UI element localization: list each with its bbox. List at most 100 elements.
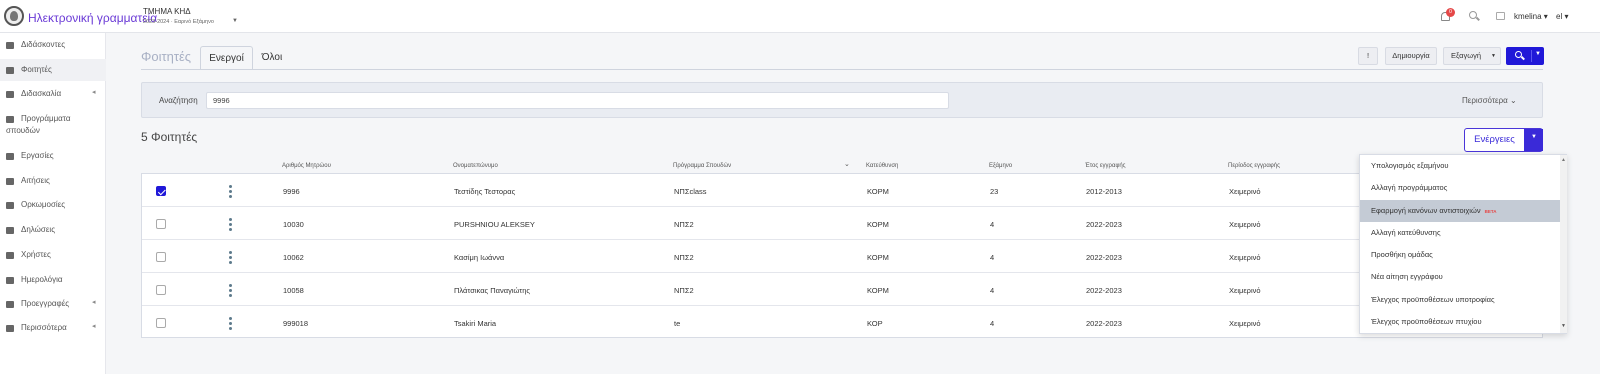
scroll-up-icon[interactable]: ▲ [1561,157,1566,163]
menu-item-label: Εφαρμογή κανόνων αντιστοιχιών [1371,206,1481,215]
dropdown-scrollbar[interactable]: ▲ ▼ [1560,155,1567,333]
row-checkbox[interactable] [156,186,166,196]
sidebar-item-instructors[interactable]: Διδάσκοντες [0,39,106,51]
university-logo-icon[interactable] [4,6,24,26]
row-checkbox[interactable] [156,318,166,328]
sidebar-item-label: Διδασκαλία [21,89,62,98]
sidebar-item-graduations[interactable]: Ορκωμοσίες [0,199,106,211]
language-code: el [1556,12,1563,21]
info-button[interactable]: ! [1358,47,1378,65]
cell-name[interactable]: Tsakiri Maria [454,319,496,328]
table-row[interactable]: 9996 Τεστίδης Τεστορας ΝΠΣclass ΚΟΡΜ 23 … [142,174,1542,207]
cell-semester: 4 [990,286,995,295]
sidebar-item-label: Ημερολόγια [21,275,63,284]
tab-active[interactable]: Ενεργοί [200,46,253,70]
file-icon [6,301,14,308]
cell-direction: ΚΟΡΜ [867,286,889,295]
chevron-down-icon[interactable]: ▼ [1535,51,1541,57]
apps-icon[interactable] [1496,12,1505,20]
kebab-menu-icon[interactable] [229,218,232,231]
sidebar-item-assignments[interactable]: Εργασίες [0,150,106,162]
cell-name[interactable]: Πλάτσικας Παναγιώτης [454,286,530,295]
sidebar-item-more[interactable]: Περισσότερα ◂ [0,322,106,334]
table-row[interactable]: 10062 Κασίμη Ιωάννα ΝΠΣ2 ΚΟΡΜ 4 2022-202… [142,240,1542,273]
column-header[interactable]: Έτος εγγραφής [1085,163,1126,169]
column-header[interactable]: Αριθμός Μητρώου [282,163,331,169]
cell-direction: ΚΟΡΜ [867,220,889,229]
sidebar-item-label: Προγράμματα σπουδών [6,114,71,135]
sidebar-item-registrations[interactable]: Δηλώσεις [0,224,106,236]
cell-period: Χειμερινό [1229,319,1261,328]
graduation-cap-icon [6,67,14,74]
cell-semester: 23 [990,187,999,196]
chevron-left-icon: ◂ [92,89,96,96]
menu-item-check-scholarship[interactable]: Έλεγχος προϋποθέσεων υποτροφίας [1360,289,1560,311]
kebab-menu-icon[interactable] [229,185,232,198]
menu-item-calculate-semester[interactable]: Υπολογισμός εξαμήνου [1360,155,1560,177]
menu-item-add-group[interactable]: Προσθήκη ομάδας [1360,244,1560,266]
menu-item-change-direction[interactable]: Αλλαγή κατεύθυνσης [1360,222,1560,244]
students-table: 9996 Τεστίδης Τεστορας ΝΠΣclass ΚΟΡΜ 23 … [141,173,1543,338]
table-row[interactable]: 10058 Πλάτσικας Παναγιώτης ΝΠΣ2 ΚΟΡΜ 4 2… [142,273,1542,306]
sidebar-item-teaching[interactable]: Διδασκαλία ◂ [0,88,106,100]
academic-period[interactable]: 2023-2024 · Εαρινό Εξάμηνο [143,19,214,25]
actions-dropdown-toggle[interactable] [1524,129,1543,151]
kebab-menu-icon[interactable] [229,284,232,297]
column-header[interactable]: Περίοδος εγγραφής [1228,163,1280,169]
cell-name[interactable]: Κασίμη Ιωάννα [454,253,504,262]
column-header[interactable]: Κατεύθυνση [866,163,898,169]
chevron-down-icon[interactable]: ▼ [232,18,238,24]
sidebar-item-label: Προεγγραφές [21,299,70,308]
more-filters-label: Περισσότερα [1462,96,1508,105]
column-header[interactable]: Ονοματεπώνυμο [453,163,498,169]
row-checkbox[interactable] [156,252,166,262]
search-input[interactable]: 9996 [206,92,949,109]
app-title[interactable]: Ηλεκτρονική γραμματεία [28,11,157,25]
search-button[interactable]: ▼ [1506,47,1544,65]
tab-all[interactable]: Όλοι [257,46,287,70]
menu-item-change-program[interactable]: Αλλαγή προγράμματος [1360,177,1560,199]
tab-divider [141,69,1543,70]
department-name: ΤΜΗΜΑ ΚΗΔ [143,7,191,16]
sidebar-item-programs[interactable]: Προγράμματα σπουδών [0,113,106,137]
cell-id: 10058 [283,286,304,295]
sidebar-item-requests[interactable]: Αιτήσεις [0,175,106,187]
language-selector[interactable]: el ▾ [1556,12,1568,21]
user-menu[interactable]: kmelina ▾ [1514,12,1548,21]
table-row[interactable]: 10030 PURSHNIOU ALEKSEY ΝΠΣ2 ΚΟΡΜ 4 2022… [142,207,1542,240]
sidebar-item-label: Φοιτητές [21,65,52,74]
create-button[interactable]: Δημιουργία [1385,47,1437,65]
cell-name[interactable]: Τεστίδης Τεστορας [454,187,515,196]
sort-chevron-icon[interactable]: ⌄ [844,160,850,168]
cell-name[interactable]: PURSHNIOU ALEKSEY [454,220,535,229]
column-header[interactable]: Εξάμηνο [989,163,1012,169]
sidebar-item-calendars[interactable]: Ημερολόγια [0,274,106,286]
username: kmelina [1514,12,1542,21]
menu-item-apply-rules[interactable]: Εφαρμογή κανόνων αντιστοιχιών BETA [1360,200,1560,222]
export-button[interactable]: Εξαγωγή ▼ [1443,47,1501,65]
table-row[interactable]: 999018 Tsakiri Maria te ΚΟΡ 4 2022-2023 … [142,306,1542,339]
sidebar-item-label: Εργασίες [21,151,54,160]
copy-icon [6,227,14,234]
row-checkbox[interactable] [156,219,166,229]
kebab-menu-icon[interactable] [229,251,232,264]
scroll-down-icon[interactable]: ▼ [1561,323,1566,329]
cell-period: Χειμερινό [1229,187,1261,196]
sidebar-item-students[interactable]: Φοιτητές [0,59,106,81]
sidebar-item-users[interactable]: Χρήστες [0,249,106,261]
envelope-icon [6,178,14,185]
calendar-icon [6,277,14,284]
menu-item-new-document-request[interactable]: Νέα αίτηση εγγράφου [1360,266,1560,288]
column-header[interactable]: Πρόγραμμα Σπουδών [673,163,731,169]
row-checkbox[interactable] [156,285,166,295]
cell-semester: 4 [990,319,995,328]
actions-button[interactable]: Ενέργειες ▼ [1464,128,1543,152]
sidebar-item-preregistrations[interactable]: Προεγγραφές ◂ [0,298,106,310]
chevron-down-icon: ⌄ [1510,96,1517,105]
more-filters-link[interactable]: Περισσότερα ⌄ [1462,96,1517,105]
search-icon[interactable] [1469,11,1477,19]
cell-program: ΝΠΣ2 [674,220,694,229]
chevron-left-icon: ◂ [92,299,96,306]
kebab-menu-icon[interactable] [229,317,232,330]
menu-item-check-degree[interactable]: Έλεγχος προϋποθέσεων πτυχίου [1360,311,1560,333]
